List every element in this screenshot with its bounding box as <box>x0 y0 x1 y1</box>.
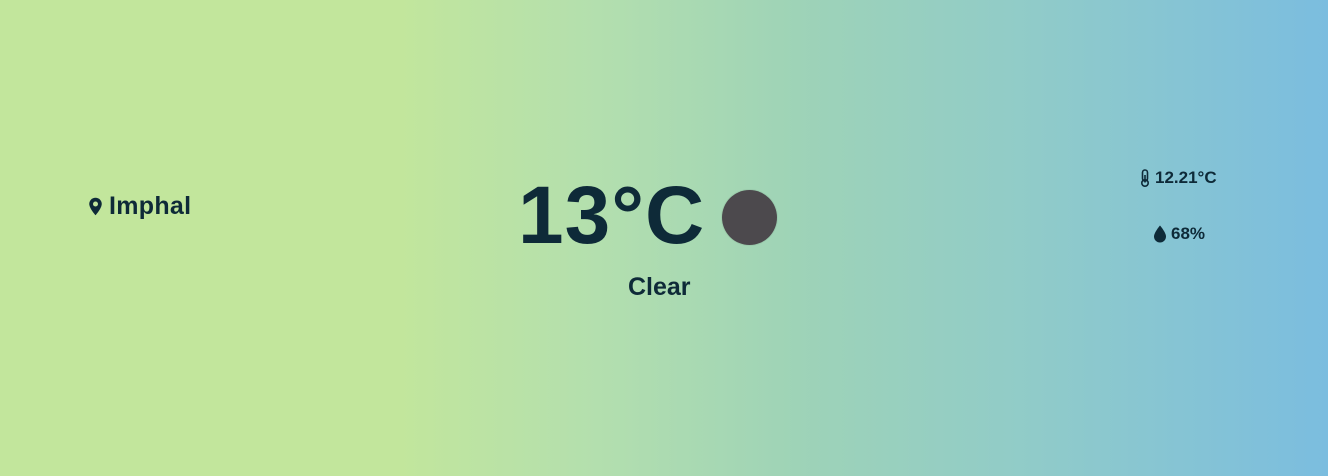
location: Imphal <box>88 191 191 221</box>
map-pin-icon <box>89 197 102 215</box>
weather-condition-icon <box>722 190 777 245</box>
humidity-stat: 68% <box>1153 224 1205 244</box>
feels-like-value: 12.21°C <box>1155 168 1217 187</box>
weather-condition: Clear <box>628 273 691 301</box>
current-temperature: 13°C <box>518 170 706 261</box>
droplet-icon <box>1154 225 1166 243</box>
humidity-value: 68% <box>1171 224 1206 243</box>
city-name: Imphal <box>109 192 192 220</box>
thermometer-icon <box>1141 169 1149 187</box>
feels-like-stat: 12.21°C <box>1139 168 1217 188</box>
